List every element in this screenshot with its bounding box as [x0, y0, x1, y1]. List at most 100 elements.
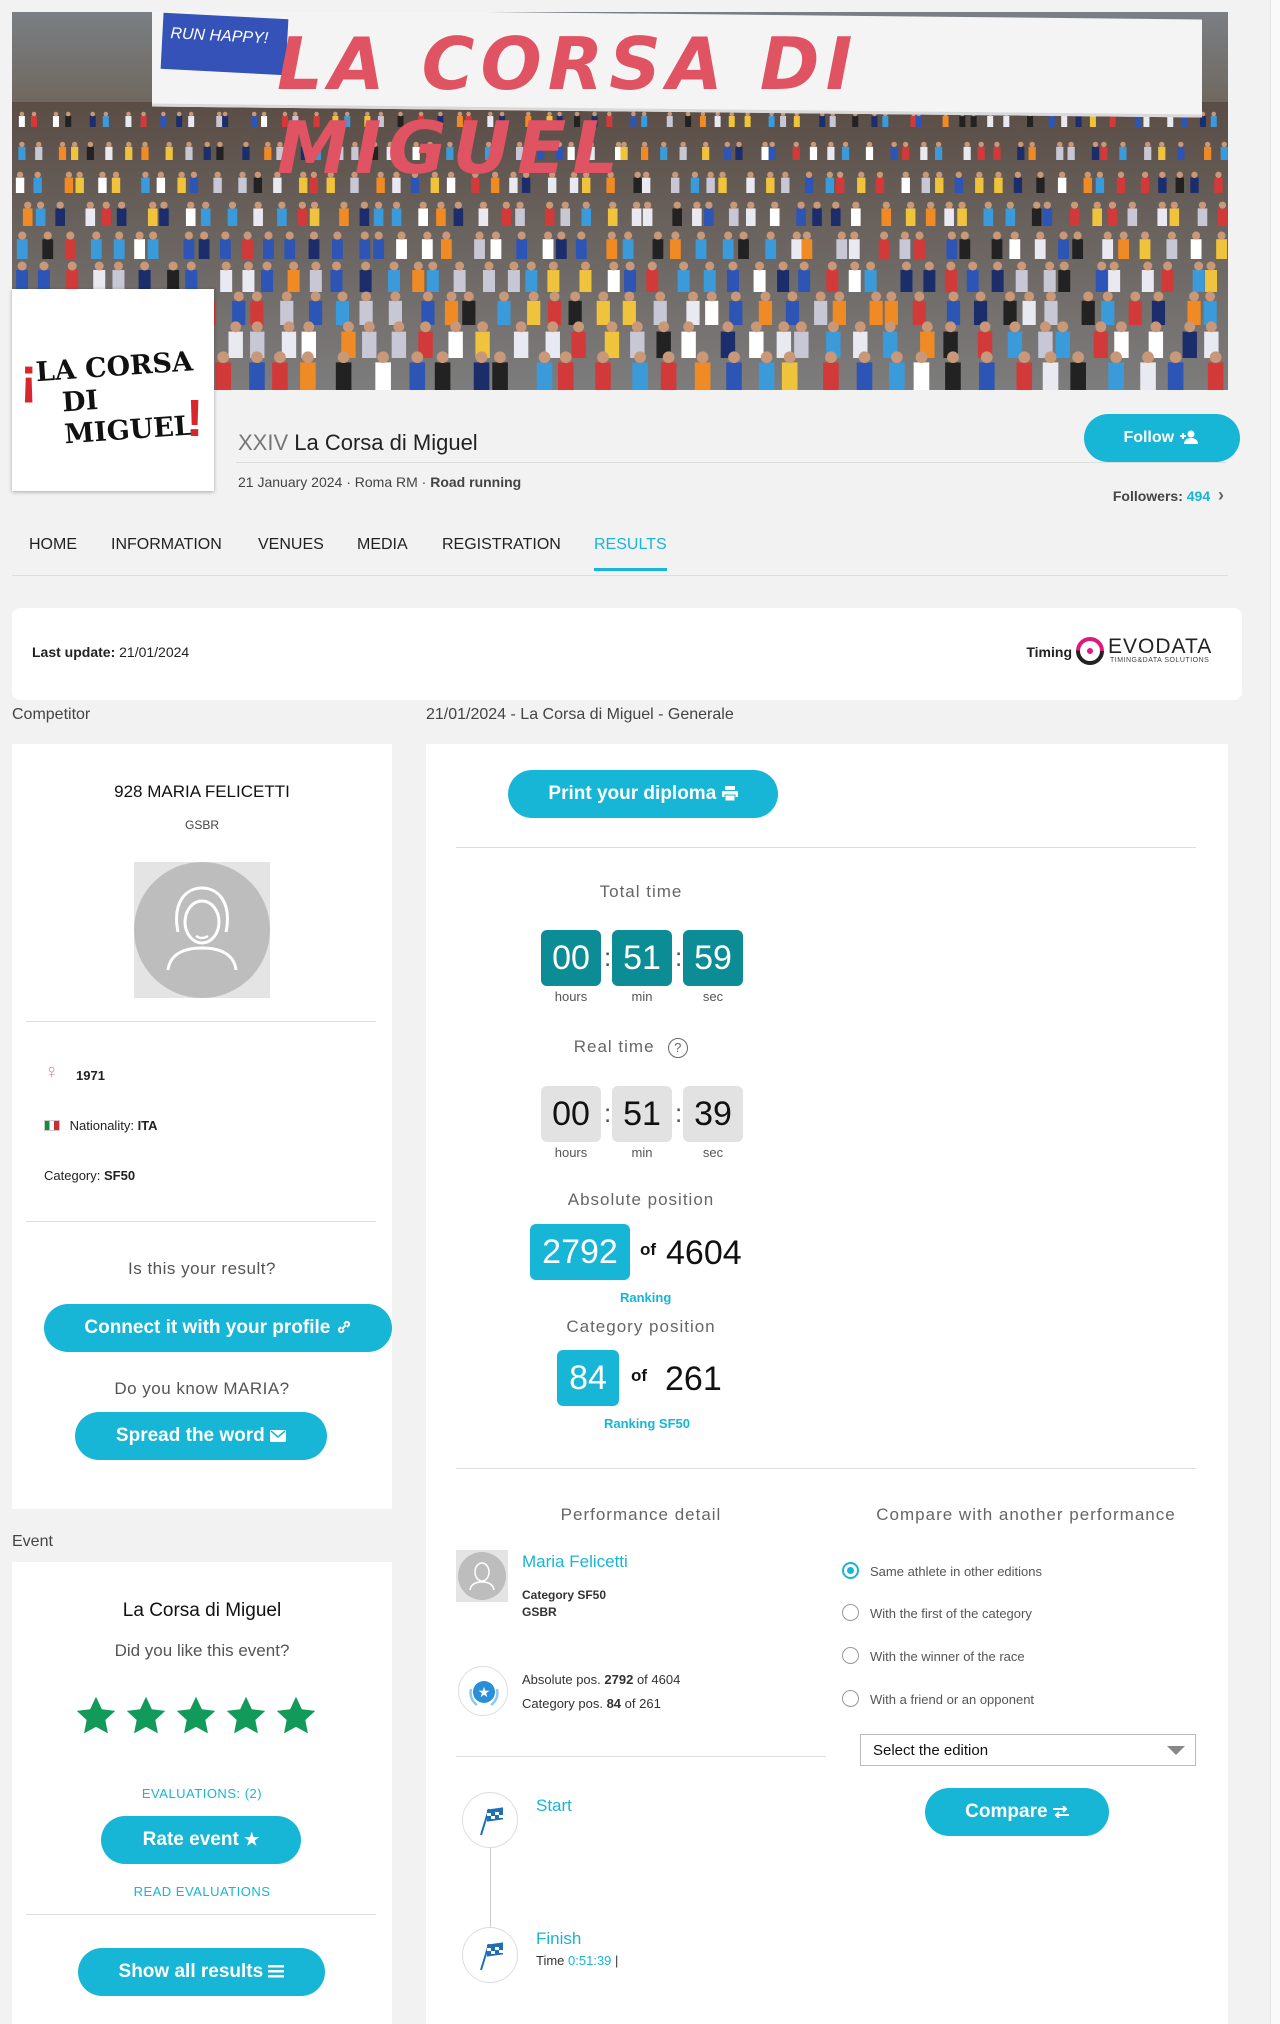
star-icon[interactable]: [274, 1694, 318, 1738]
tab-registration[interactable]: REGISTRATION: [442, 536, 561, 568]
runner-shape: [579, 270, 592, 292]
edition-select[interactable]: Select the edition: [860, 1734, 1196, 1766]
runner-head: [730, 291, 741, 302]
runner-head: [624, 291, 635, 302]
runner-shape: [814, 300, 828, 325]
runner-shape: [141, 177, 150, 193]
runner-head: [947, 231, 956, 240]
runner-shape: [101, 208, 112, 226]
runner-shape: [646, 270, 659, 292]
runner-head: [442, 231, 451, 240]
svg-text:★: ★: [478, 1685, 491, 1701]
tab-home[interactable]: HOME: [29, 536, 77, 568]
runner-shape: [632, 362, 648, 390]
runner-shape: [203, 146, 211, 160]
runner-head: [799, 261, 809, 271]
runner-head: [374, 201, 383, 209]
runner-head: [18, 231, 27, 240]
star-icon[interactable]: [124, 1694, 168, 1738]
runner-shape: [448, 331, 463, 358]
runner-shape: [125, 146, 133, 160]
followers-count[interactable]: Followers: 494 ›: [1113, 485, 1224, 506]
runner-shape: [547, 300, 562, 325]
runner-head: [1033, 201, 1041, 209]
radio-button[interactable]: [842, 1690, 859, 1707]
runner-shape: [176, 116, 183, 127]
evaluations-count-link[interactable]: EVALUATIONS: (2): [12, 1786, 392, 1801]
runner-head: [239, 171, 246, 178]
runner-shape: [396, 239, 407, 259]
show-all-results-button[interactable]: Show all results: [78, 1948, 325, 1996]
ranking-badge-icon: ★: [458, 1666, 508, 1716]
evodata-logo[interactable]: EVODATA TIMING&DATA SOLUTIONS: [1076, 635, 1226, 671]
banner-slogan: RUN HAPPY!: [160, 12, 289, 76]
star-icon[interactable]: [224, 1694, 268, 1738]
tab-venues[interactable]: VENUES: [258, 536, 324, 568]
runner-head: [609, 261, 619, 271]
runner-shape: [251, 116, 258, 127]
split-finish-label[interactable]: Finish: [536, 1929, 581, 1949]
split-start-label[interactable]: Start: [536, 1796, 572, 1816]
runner-head: [360, 231, 369, 240]
page-scrollbar[interactable]: [1270, 0, 1280, 2024]
rate-event-button[interactable]: Rate event ★: [101, 1816, 301, 1864]
edition-select-value: Select the edition: [873, 1742, 989, 1759]
runner-shape: [339, 208, 349, 226]
runner-shape: [1015, 270, 1028, 292]
star-icon[interactable]: [74, 1694, 118, 1738]
tab-information[interactable]: INFORMATION: [111, 536, 222, 568]
runner-shape: [473, 362, 490, 390]
connect-profile-button[interactable]: Connect it with your profile: [44, 1304, 392, 1352]
star-rating[interactable]: [74, 1694, 324, 1740]
tab-media[interactable]: MEDIA: [357, 536, 408, 568]
runner-shape: [575, 239, 587, 259]
ranking-link[interactable]: Ranking: [620, 1290, 671, 1305]
runner-head: [491, 231, 500, 240]
runner-shape: [722, 239, 734, 259]
results-card: Print your diploma Total time 00 : 51 : …: [426, 744, 1228, 2024]
runner-head: [454, 201, 462, 209]
runner-head: [517, 231, 526, 240]
read-evaluations-link[interactable]: READ EVALUATIONS: [12, 1884, 392, 1899]
runner-head: [24, 201, 32, 209]
runner-head: [526, 261, 536, 271]
runner-head: [750, 321, 762, 333]
competitor-card: 928 MARIA FELICETTI GSBR ♀ 1971 National…: [12, 744, 392, 1509]
runner-head: [1218, 201, 1227, 209]
runner-shape: [15, 177, 25, 193]
runner-head: [243, 261, 253, 271]
runner-head: [901, 261, 911, 271]
star-icon[interactable]: [174, 1694, 218, 1738]
runner-shape: [116, 208, 127, 226]
runner-head: [1128, 201, 1136, 209]
spread-word-button[interactable]: Spread the word: [75, 1412, 327, 1460]
runner-head: [264, 231, 273, 240]
print-diploma-button[interactable]: Print your diploma: [508, 770, 778, 818]
radio-button[interactable]: [842, 1604, 859, 1621]
tab-results[interactable]: RESULTS: [594, 536, 667, 571]
runner-head: [561, 201, 569, 209]
birth-year: 1971: [76, 1068, 105, 1083]
radio-button[interactable]: [842, 1647, 859, 1664]
runner-shape: [864, 270, 877, 292]
category-label: Category:: [44, 1168, 101, 1183]
runner-head: [516, 201, 524, 209]
runner-head: [66, 231, 75, 240]
runner-shape: [497, 300, 511, 325]
perf-club: GSBR: [522, 1605, 557, 1619]
compare-button[interactable]: Compare: [925, 1788, 1109, 1836]
runner-shape: [189, 177, 199, 193]
help-icon[interactable]: ?: [668, 1038, 689, 1058]
runner-head: [31, 111, 37, 117]
athlete-name-link[interactable]: Maria Felicetti: [522, 1552, 628, 1572]
ranking-category-link[interactable]: Ranking SF50: [604, 1416, 690, 1431]
runner-head: [1095, 321, 1107, 333]
runner-head: [747, 201, 755, 209]
follow-button[interactable]: Follow: [1084, 414, 1240, 462]
radio-button[interactable]: [842, 1562, 859, 1579]
avatar: [134, 862, 270, 998]
runner-shape: [823, 362, 839, 390]
runner-head: [178, 171, 185, 178]
category-position: 84: [557, 1350, 619, 1406]
runner-head: [332, 261, 342, 271]
